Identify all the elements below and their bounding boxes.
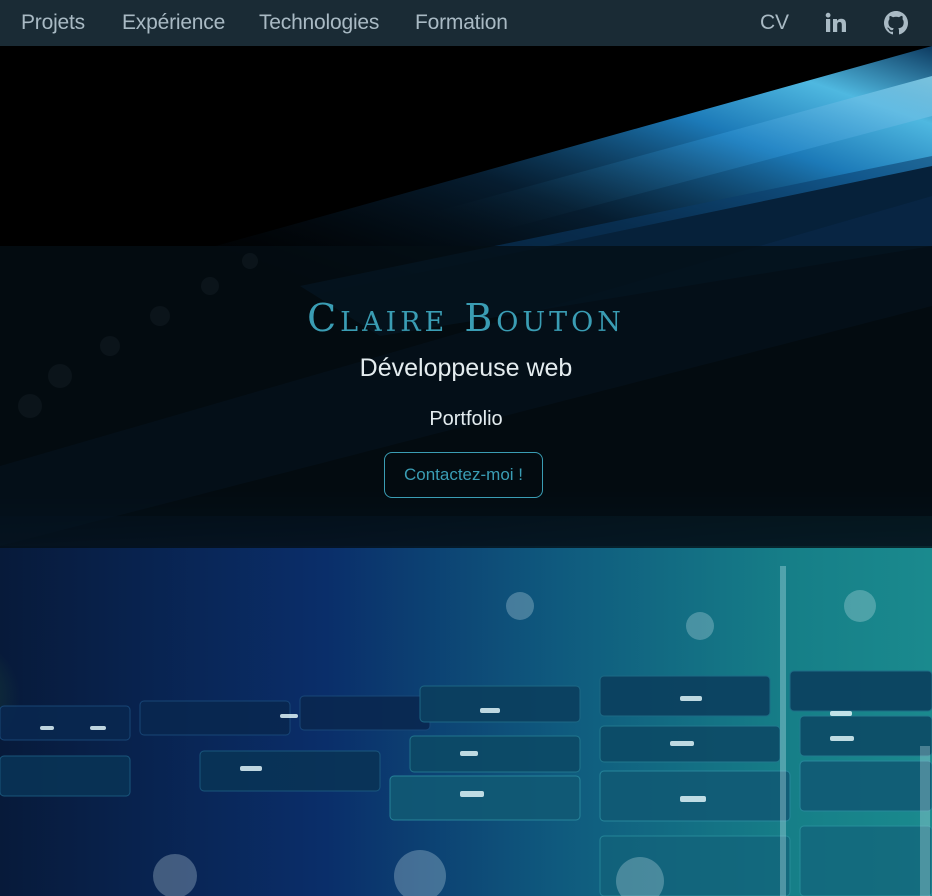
contact-button[interactable]: Contactez-moi ! bbox=[384, 452, 543, 498]
hero-overlay bbox=[0, 246, 932, 548]
hero-section-label: Portfolio bbox=[429, 408, 503, 430]
hero-role: Développeuse web bbox=[359, 354, 573, 382]
top-navbar: Projets Expérience Technologies Formatio… bbox=[0, 0, 932, 46]
hero-name: Claire Bouton bbox=[307, 296, 625, 340]
github-icon[interactable] bbox=[884, 11, 908, 35]
nav-link-formation[interactable]: Formation bbox=[415, 10, 508, 36]
nav-link-experience[interactable]: Expérience bbox=[122, 10, 225, 36]
nav-link-cv[interactable]: CV bbox=[760, 10, 789, 36]
nav-link-technologies[interactable]: Technologies bbox=[259, 10, 379, 36]
nav-link-projets[interactable]: Projets bbox=[21, 10, 85, 36]
page: Projets Expérience Technologies Formatio… bbox=[0, 0, 932, 896]
linkedin-icon[interactable] bbox=[824, 11, 848, 35]
